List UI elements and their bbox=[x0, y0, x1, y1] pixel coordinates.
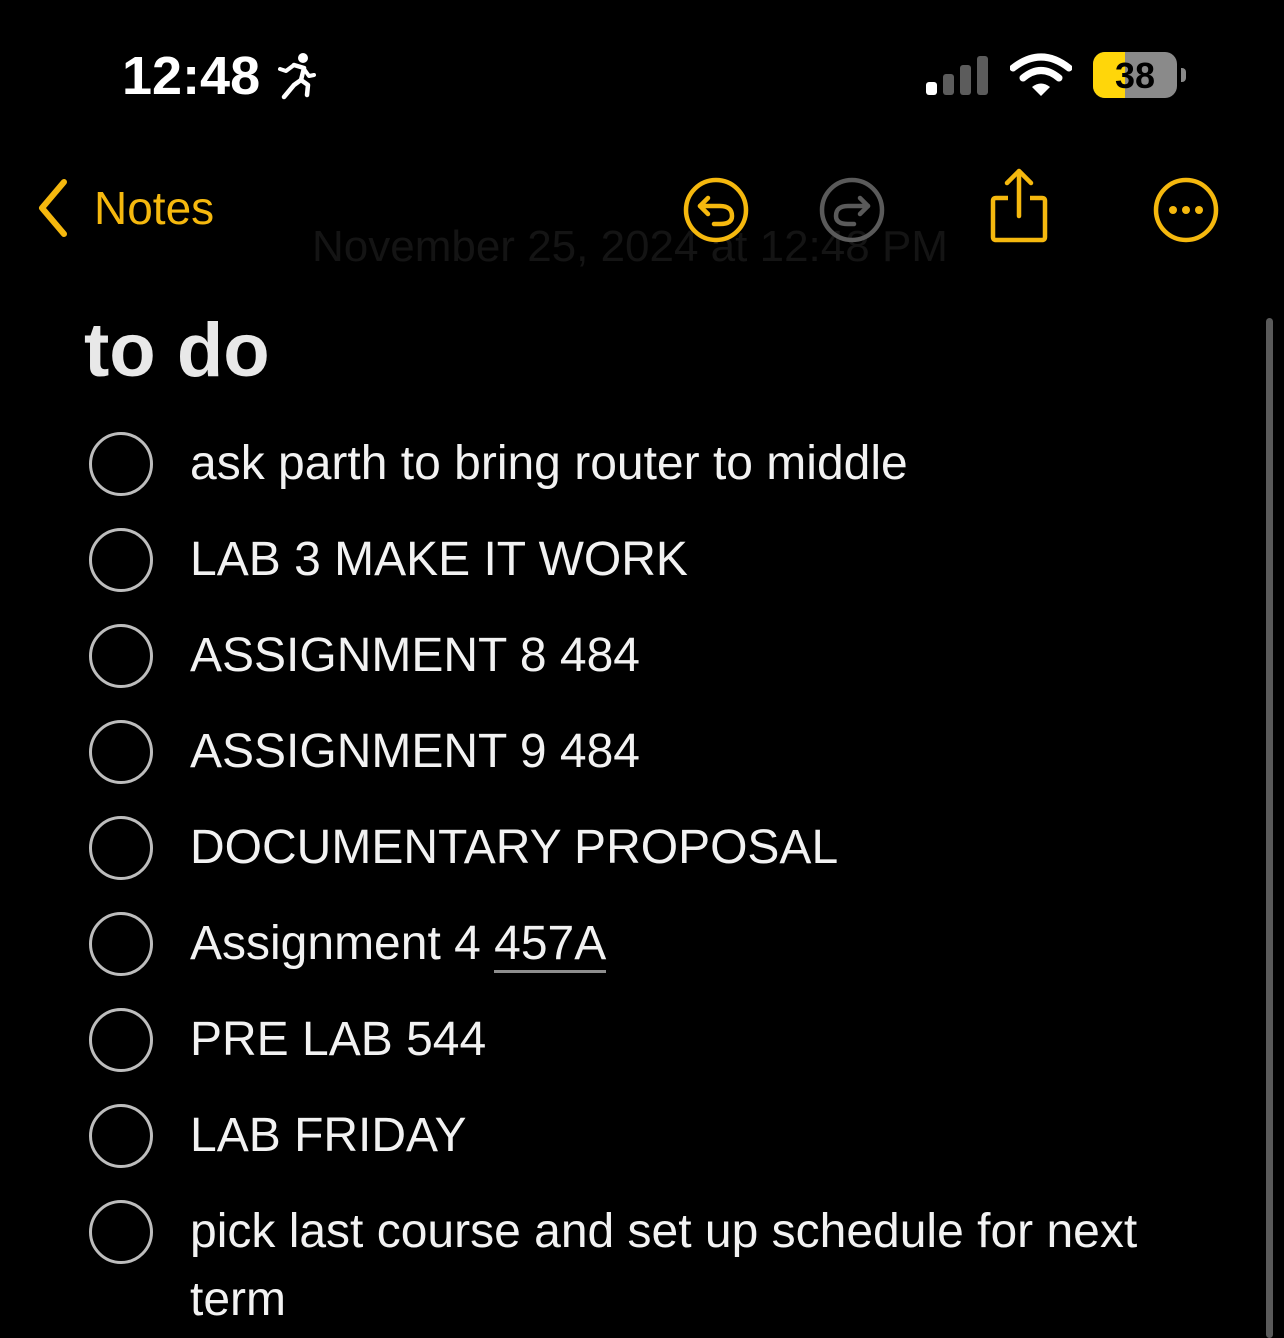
checklist-item-text[interactable]: Assignment 4 457A bbox=[190, 910, 1190, 978]
wifi-icon bbox=[1010, 53, 1072, 96]
battery-tip bbox=[1181, 68, 1186, 82]
checklist-item-text[interactable]: ASSIGNMENT 9 484 bbox=[190, 718, 1190, 786]
checkbox[interactable] bbox=[89, 816, 153, 880]
battery-body: 38 bbox=[1093, 52, 1177, 98]
undo-icon[interactable] bbox=[682, 176, 750, 244]
checklist-item-text[interactable]: ask parth to bring router to middle bbox=[190, 430, 1190, 498]
back-label: Notes bbox=[94, 182, 215, 234]
checkbox[interactable] bbox=[89, 528, 153, 592]
checklist-item: ask parth to bring router to middle bbox=[0, 416, 1260, 512]
checkbox[interactable] bbox=[89, 1200, 153, 1264]
checklist-item-text[interactable]: PRE LAB 544 bbox=[190, 1006, 1190, 1074]
checkbox[interactable] bbox=[89, 1008, 153, 1072]
checkbox[interactable] bbox=[89, 912, 153, 976]
checklist: ask parth to bring router to middle LAB … bbox=[0, 416, 1260, 1326]
redo-icon[interactable] bbox=[818, 176, 886, 244]
chevron-left-icon bbox=[39, 179, 67, 237]
checkbox[interactable] bbox=[89, 1104, 153, 1168]
share-icon[interactable] bbox=[986, 168, 1052, 244]
battery-percent: 38 bbox=[1114, 55, 1156, 96]
more-icon[interactable] bbox=[1152, 176, 1220, 244]
scroll-indicator[interactable] bbox=[1266, 318, 1273, 1338]
note-title[interactable]: to do bbox=[84, 306, 270, 396]
checkbox[interactable] bbox=[89, 720, 153, 784]
status-time-group: 12:48 bbox=[122, 46, 317, 106]
checklist-item-text[interactable]: LAB 3 MAKE IT WORK bbox=[190, 526, 1190, 594]
cellular-signal-icon bbox=[926, 56, 988, 95]
checklist-item: Assignment 4 457A bbox=[0, 896, 1260, 992]
checklist-item-text-prefix: Assignment 4 bbox=[190, 917, 495, 970]
status-bar: 12:48 38 bbox=[0, 0, 1284, 150]
back-button[interactable]: Notes bbox=[36, 176, 214, 240]
nav-bar: November 25, 2024 at 12:48 PM Notes bbox=[0, 150, 1284, 271]
checklist-item-text[interactable]: pick last course and set up schedule for… bbox=[190, 1198, 1190, 1334]
checkbox[interactable] bbox=[89, 624, 153, 688]
running-figure-icon bbox=[278, 53, 317, 100]
checklist-item: LAB FRIDAY bbox=[0, 1088, 1260, 1184]
checklist-item: PRE LAB 544 bbox=[0, 992, 1260, 1088]
status-time: 12:48 bbox=[122, 46, 261, 106]
detected-link[interactable]: 457A bbox=[494, 917, 607, 973]
checklist-item: DOCUMENTARY PROPOSAL bbox=[0, 800, 1260, 896]
checkbox[interactable] bbox=[89, 432, 153, 496]
checklist-item: LAB 3 MAKE IT WORK bbox=[0, 512, 1260, 608]
checklist-item-text[interactable]: DOCUMENTARY PROPOSAL bbox=[190, 814, 1190, 882]
checklist-item: pick last course and set up schedule for… bbox=[0, 1184, 1260, 1326]
checklist-item-text[interactable]: LAB FRIDAY bbox=[190, 1102, 1190, 1170]
checklist-item: ASSIGNMENT 9 484 bbox=[0, 704, 1260, 800]
checklist-item-text[interactable]: ASSIGNMENT 8 484 bbox=[190, 622, 1190, 690]
battery-indicator: 38 bbox=[1093, 52, 1186, 98]
checklist-item: ASSIGNMENT 8 484 bbox=[0, 608, 1260, 704]
